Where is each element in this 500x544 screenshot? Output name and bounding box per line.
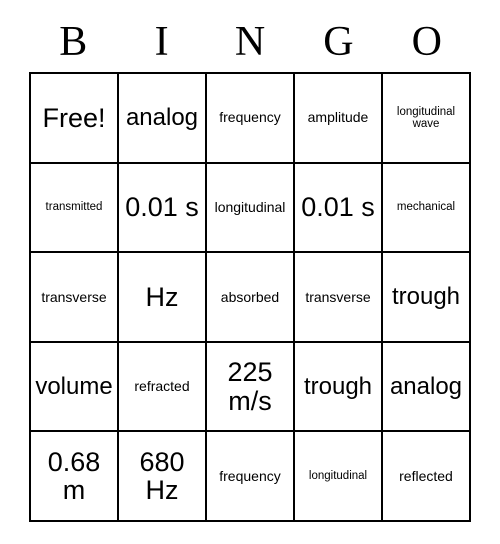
bingo-cell-label: longitudinal wave	[396, 105, 456, 130]
bingo-letter-g: G	[323, 19, 354, 65]
bingo-cell-r2c4[interactable]: 0.01 s	[295, 163, 383, 254]
bingo-cell-label: amplitude	[307, 109, 369, 126]
bingo-cell-r2c1[interactable]: transmitted	[31, 163, 119, 254]
bingo-cell-r3c3[interactable]: absorbed	[207, 253, 295, 343]
bingo-cell-r4c5[interactable]: analog	[383, 342, 471, 433]
bingo-cell-label: longitudinal	[214, 199, 286, 216]
bingo-cell-r1c3[interactable]: frequency	[207, 74, 295, 164]
bingo-cell-r3c1[interactable]: transverse	[31, 253, 119, 343]
bingo-cell-label: transmitted	[45, 201, 103, 214]
bingo-cell-label: trough	[303, 373, 373, 400]
bingo-letter-o: O	[411, 19, 442, 65]
bingo-cell-label: 0.01 s	[125, 192, 199, 223]
bingo-cell-r5c1[interactable]: 0.68 m	[31, 432, 119, 522]
bingo-cell-r5c3[interactable]: frequency	[207, 432, 295, 522]
bingo-grid: Free! analog frequency amplitude longitu…	[29, 72, 471, 522]
bingo-cell-r5c4[interactable]: longitudinal	[295, 432, 383, 522]
bingo-cell-label: analog	[125, 104, 199, 132]
bingo-cell-label: refracted	[134, 378, 190, 395]
bingo-cell-r1c1[interactable]: Free!	[31, 74, 119, 164]
bingo-cell-r5c5[interactable]: reflected	[383, 432, 471, 522]
bingo-cell-label: Hz	[145, 281, 179, 312]
bingo-cell-label: reflected	[399, 467, 453, 484]
bingo-cell-r1c5[interactable]: longitudinal wave	[383, 74, 471, 164]
bingo-letter-b: B	[59, 19, 88, 65]
bingo-cell-r5c2[interactable]: 680 Hz	[119, 432, 207, 522]
bingo-cell-r3c2[interactable]: Hz	[119, 253, 207, 343]
bingo-cell-label: 0.68 m	[47, 446, 101, 506]
bingo-cell-label: volume	[35, 373, 113, 400]
bingo-cell-r2c5[interactable]: mechanical	[383, 163, 471, 254]
bingo-cell-label: Free!	[42, 102, 106, 133]
bingo-letter-i: I	[154, 19, 169, 65]
bingo-letter-n: N	[234, 19, 266, 65]
bingo-cell-r3c4[interactable]: transverse	[295, 253, 383, 343]
bingo-cell-label: transverse	[305, 288, 371, 305]
bingo-cell-r4c3[interactable]: 225 m/s	[207, 342, 295, 433]
bingo-cell-label: transverse	[41, 288, 107, 305]
bingo-cell-r1c2[interactable]: analog	[119, 74, 207, 164]
bingo-cell-label: mechanical	[396, 201, 456, 214]
bingo-cell-label: 0.01 s	[301, 192, 375, 223]
bingo-cell-label: 225 m/s	[227, 357, 273, 416]
bingo-cell-label: frequency	[219, 109, 281, 126]
bingo-cell-r1c4[interactable]: amplitude	[295, 74, 383, 164]
bingo-cell-r2c2[interactable]: 0.01 s	[119, 163, 207, 254]
bingo-header-row: B I N G O	[29, 0, 471, 72]
bingo-cell-label: analog	[389, 373, 463, 400]
bingo-cell-r3c5[interactable]: trough	[383, 253, 471, 343]
bingo-cell-r4c2[interactable]: refracted	[119, 342, 207, 433]
bingo-cell-label: longitudinal	[308, 470, 368, 483]
bingo-cell-r4c4[interactable]: trough	[295, 342, 383, 433]
bingo-cell-label: absorbed	[220, 288, 280, 305]
bingo-card: B I N G O Free! analog frequency amplitu…	[0, 0, 500, 544]
bingo-cell-label: 680 Hz	[139, 446, 185, 506]
bingo-cell-r4c1[interactable]: volume	[31, 342, 119, 433]
bingo-cell-label: frequency	[219, 467, 281, 484]
bingo-cell-label: trough	[391, 283, 461, 311]
bingo-cell-r2c3[interactable]: longitudinal	[207, 163, 295, 254]
